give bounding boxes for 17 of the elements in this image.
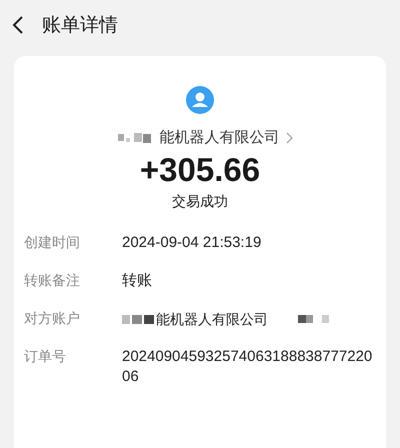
page-title: 账单详情 <box>42 13 118 38</box>
amount: +305.66 <box>140 151 260 189</box>
payee-name[interactable]: 能机器人有限公司 <box>160 128 280 147</box>
detail-label: 转账备注 <box>24 272 81 291</box>
detail-label: 订单号 <box>24 348 67 367</box>
detail-label: 创建时间 <box>24 234 81 253</box>
detail-value: 能机器人有限公司 <box>156 310 268 329</box>
detail-value: 2024-09-04 21:53:19 <box>122 233 262 253</box>
detail-value: 转账 <box>122 271 153 291</box>
avatar-icon <box>186 86 214 114</box>
detail-label: 对方账户 <box>24 310 81 329</box>
status-text: 交易成功 <box>172 193 228 211</box>
redaction-mark <box>122 313 156 325</box>
detail-value: 20240904593257406318883877722006 <box>122 347 374 387</box>
back-icon[interactable] <box>12 15 24 35</box>
redaction-mark <box>298 314 330 324</box>
redaction-mark <box>118 132 154 144</box>
